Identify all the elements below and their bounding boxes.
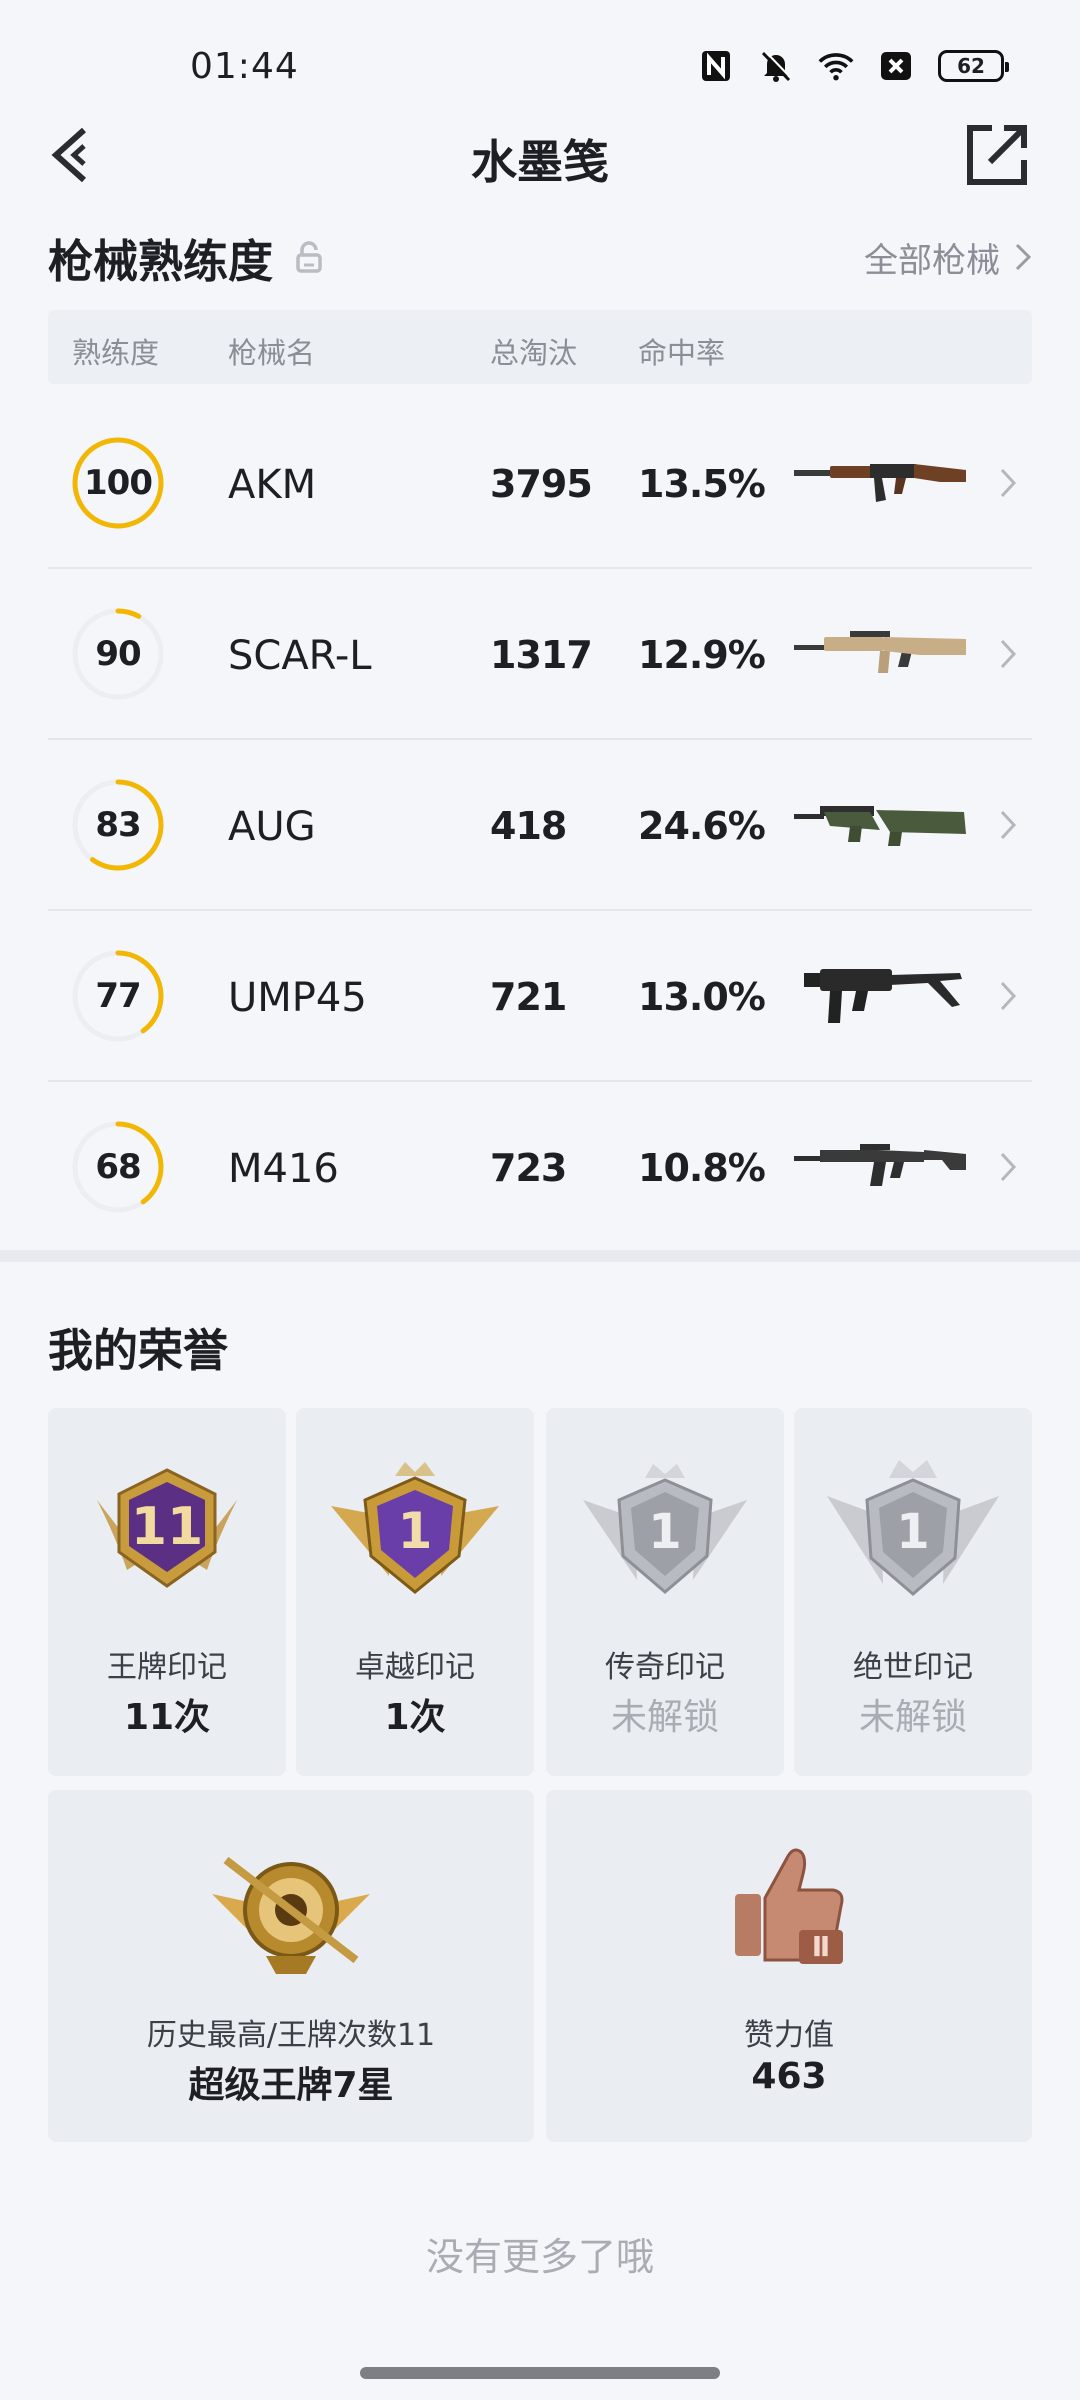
honor-label: 历史最高/王牌次数11: [146, 2018, 436, 2053]
share-button[interactable]: [964, 122, 1030, 188]
proficiency-ring: 90: [70, 606, 166, 702]
honor-card-ace-mark[interactable]: 11 王牌印记 11次: [48, 1408, 286, 1776]
page-title: 水墨笺: [471, 135, 609, 189]
weapon-accuracy: 12.9%: [638, 633, 766, 677]
weapon-row-aug[interactable]: 83 AUG 418 24.6%: [48, 740, 1032, 911]
honor-label: 传奇印记: [605, 1650, 725, 1685]
thumbs-up-badge: Ⅱ: [735, 1848, 844, 1964]
proficiency-ring: 68: [70, 1119, 166, 1215]
weapon-kills: 1317: [490, 633, 593, 677]
honor-value: 11次: [123, 1697, 211, 1738]
weapon-accuracy: 13.0%: [638, 975, 766, 1019]
weapon-section-title-text: 枪械熟练度: [48, 234, 274, 288]
weapon-list: 100 AKM 3795 13.5% 90 SCAR-L 1317 12.9%: [48, 398, 1032, 1253]
weapon-accuracy: 13.5%: [638, 462, 766, 506]
ace-mark-badge: 11: [97, 1468, 237, 1588]
proficiency-value: 90: [95, 634, 141, 674]
honor-label: 卓越印记: [355, 1650, 475, 1685]
excellence-mark-count: 1: [398, 1502, 433, 1560]
lock-icon: [296, 241, 322, 273]
honor-card-likes[interactable]: Ⅱ 赞力值 463: [546, 1790, 1032, 2142]
peerless-mark-badge: 1: [827, 1460, 999, 1596]
proficiency-value: 83: [95, 805, 141, 845]
chevron-right-icon: [1015, 243, 1032, 271]
battery-icon: 62: [938, 50, 1009, 82]
all-weapons-label: 全部枪械: [864, 240, 1000, 281]
weapon-row-m416[interactable]: 68 M416 723 10.8%: [48, 1082, 1032, 1253]
chevron-right-icon: [1000, 639, 1017, 669]
wifi-icon: [818, 48, 854, 84]
weapon-kills: 3795: [490, 462, 593, 506]
chevron-right-icon: [1000, 810, 1017, 840]
aug-rifle-image: [794, 806, 966, 846]
legend-mark-badge: 1: [583, 1464, 747, 1594]
chevron-right-icon: [1000, 1152, 1017, 1182]
status-time: 01:44: [190, 46, 299, 87]
mute-icon: [758, 48, 794, 84]
weapon-name: SCAR-L: [228, 633, 372, 679]
proficiency-value: 77: [95, 976, 141, 1016]
honor-label: 赞力值: [744, 2018, 834, 2053]
weapon-name: UMP45: [228, 975, 367, 1021]
excellence-mark-badge: 1: [331, 1462, 499, 1594]
proficiency-ring: 77: [70, 948, 166, 1044]
weapon-table-header: 熟练度 枪械名 总淘汰 命中率: [48, 310, 1032, 384]
honor-card-highest-rank[interactable]: 历史最高/王牌次数11 超级王牌7星: [48, 1790, 534, 2142]
honor-section-title: 我的荣誉: [48, 1324, 229, 1377]
weapon-section-header: 枪械熟练度 全部枪械: [48, 222, 1032, 292]
honor-value: 未解锁: [610, 1697, 719, 1738]
proficiency-ring: 100: [70, 435, 166, 531]
weapon-name: AUG: [228, 804, 316, 850]
no-more-text: 没有更多了哦: [425, 2235, 654, 2279]
m416-rifle-image: [794, 1144, 966, 1186]
status-icons: 62: [698, 48, 1009, 84]
honor-label: 王牌印记: [107, 1650, 227, 1685]
chevron-right-icon: [1000, 981, 1017, 1011]
nfc-icon: [698, 48, 734, 84]
legend-mark-count: 1: [648, 1504, 681, 1560]
weapon-row-ump45[interactable]: 77 UMP45 721 13.0%: [48, 911, 1032, 1082]
weapon-section-title: 枪械熟练度: [48, 225, 323, 290]
weapon-kills: 418: [490, 804, 567, 848]
scar-l-rifle-image: [794, 631, 966, 673]
likes-tier-text: Ⅱ: [812, 1930, 830, 1963]
ace-mark-count: 11: [131, 1497, 203, 1557]
proficiency-ring: 83: [70, 777, 166, 873]
proficiency-value: 100: [84, 463, 153, 503]
header: 水墨笺: [0, 110, 1080, 200]
weapon-row-akm[interactable]: 100 AKM 3795 13.5%: [48, 398, 1032, 569]
weapon-accuracy: 24.6%: [638, 804, 766, 848]
peerless-mark-count: 1: [896, 1504, 929, 1560]
weapon-kills: 721: [490, 975, 567, 1019]
rank-emblem-badge: [212, 1856, 370, 1974]
honor-value: 超级王牌7星: [188, 2065, 394, 2106]
column-proficiency: 熟练度: [72, 336, 160, 370]
honor-value: 463: [751, 2056, 827, 2097]
honor-card-peerless-mark[interactable]: 1 绝世印记 未解锁: [794, 1408, 1032, 1776]
honor-value: 未解锁: [858, 1697, 967, 1738]
sim-off-icon: [878, 48, 914, 84]
column-weapon-name: 枪械名: [228, 336, 316, 370]
akm-rifle-image: [794, 464, 966, 502]
weapon-row-scar-l[interactable]: 90 SCAR-L 1317 12.9%: [48, 569, 1032, 740]
weapon-name: M416: [228, 1146, 339, 1192]
honor-card-excellence-mark[interactable]: 1 卓越印记 1次: [296, 1408, 534, 1776]
honor-card-legend-mark[interactable]: 1 传奇印记 未解锁: [546, 1408, 784, 1776]
column-accuracy: 命中率: [638, 336, 726, 370]
proficiency-value: 68: [95, 1147, 141, 1187]
honor-label: 绝世印记: [853, 1650, 973, 1685]
weapon-kills: 723: [490, 1146, 567, 1190]
section-divider: [0, 1250, 1080, 1262]
weapon-accuracy: 10.8%: [638, 1146, 766, 1190]
weapon-name: AKM: [228, 462, 317, 508]
ump45-smg-image: [804, 969, 962, 1023]
battery-level: 62: [957, 54, 985, 78]
all-weapons-link[interactable]: 全部枪械: [864, 233, 1032, 282]
column-kills: 总淘汰: [490, 336, 578, 370]
chevron-right-icon: [1000, 468, 1017, 498]
honor-value: 1次: [384, 1697, 446, 1738]
share-icon: [967, 125, 1027, 185]
home-indicator[interactable]: [360, 2367, 720, 2379]
